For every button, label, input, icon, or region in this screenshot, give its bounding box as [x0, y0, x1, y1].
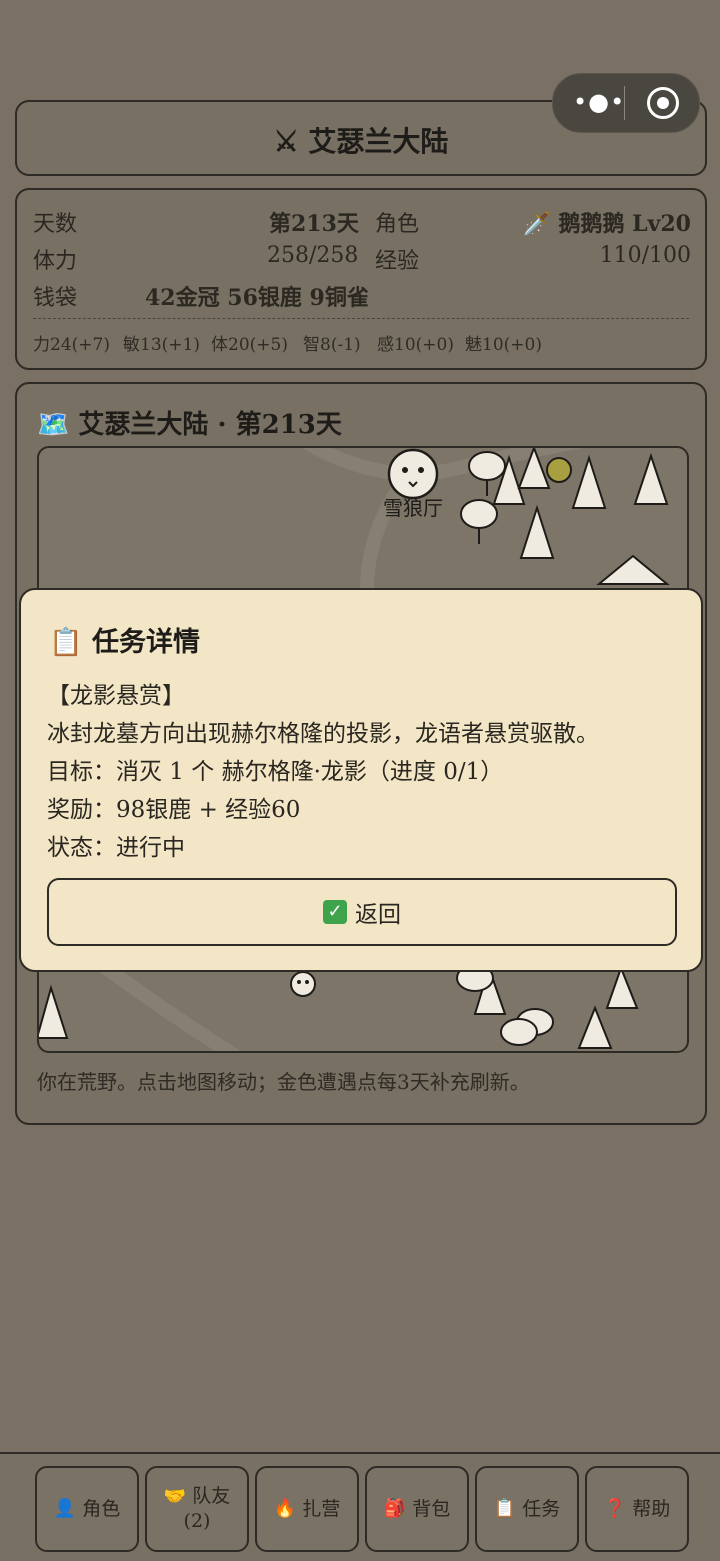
nav-bag-button[interactable]: 🎒 背包	[365, 1466, 469, 1552]
more-icon[interactable]: •●•	[573, 88, 625, 116]
nav-quest-label: 任务	[522, 1497, 561, 1520]
back-button[interactable]: ✓ 返回	[47, 878, 677, 946]
skull-marker-icon[interactable]	[290, 971, 316, 997]
role-label: 角色	[375, 212, 420, 237]
nav-role-label: 角色	[82, 1497, 121, 1520]
person-icon: 👤	[53, 1498, 77, 1520]
role-value: 🗡️ 鹅鹅鹅 Lv20	[523, 211, 691, 237]
snow-wolf-hall-icon[interactable]	[387, 448, 439, 500]
quest-description: 冰封龙墓方向出现赫尔格隆的投影，龙语者悬赏驱散。	[47, 721, 599, 747]
nav-quest-button[interactable]: 📋 任务	[475, 1466, 579, 1552]
days-value: 第213天	[269, 211, 359, 237]
purse-label: 钱袋	[33, 286, 78, 311]
stats-panel: 天数 第213天 角色 🗡️ 鹅鹅鹅 Lv20 体力 258/258 经验 11…	[15, 188, 707, 370]
backpack-icon: 🎒	[383, 1498, 407, 1520]
attr-str: 力24(+7)	[33, 335, 110, 355]
modal-title: 📋 任务详情	[49, 627, 201, 658]
quest-reward: 奖励：98银鹿 + 经验60	[47, 797, 301, 823]
fire-icon: 🔥	[273, 1498, 297, 1520]
nav-team-label: 队友	[192, 1485, 231, 1508]
location-label: 雪狼厅	[383, 496, 443, 520]
stamina-value: 258/258	[267, 243, 359, 268]
lodge-icon[interactable]	[596, 554, 670, 585]
days-label: 天数	[33, 212, 78, 237]
attr-per: 感10(+0)	[377, 335, 454, 355]
back-button-label: 返回	[355, 902, 401, 928]
stamina-label: 体力	[33, 249, 78, 274]
attr-con: 体20(+5)	[211, 335, 288, 355]
exp-value: 110/100	[599, 243, 691, 268]
quest-objective: 目标：消灭 1 个 赫尔格隆·龙影（进度 0/1）	[47, 759, 504, 785]
checkmark-icon: ✓	[323, 900, 347, 924]
nav-camp-label: 扎营	[302, 1497, 341, 1520]
quest-name: 【龙影悬赏】	[47, 683, 185, 709]
nav-team-count: (2)	[183, 1510, 211, 1532]
question-icon: ❓	[603, 1498, 627, 1520]
map-title: 🗺️ 艾瑟兰大陆 · 第213天	[37, 410, 342, 440]
bottom-nav: 👤 角色 🤝 队友 (2) 🔥 扎营 🎒 背包 📋 任务 ❓ 帮助	[0, 1452, 720, 1561]
nav-help-button[interactable]: ❓ 帮助	[585, 1466, 689, 1552]
close-icon[interactable]	[647, 87, 679, 119]
purse-value: 42金冠 56银鹿 9铜雀	[145, 285, 369, 311]
clipboard-icon: 📋	[493, 1498, 517, 1520]
handshake-icon: 🤝	[163, 1486, 187, 1508]
quest-status: 状态：进行中	[47, 835, 185, 861]
stats-divider	[33, 318, 689, 319]
nav-camp-button[interactable]: 🔥 扎营	[255, 1466, 359, 1552]
nav-role-button[interactable]: 👤 角色	[35, 1466, 139, 1552]
exp-label: 经验	[375, 249, 420, 274]
dragon-marker-icon[interactable]	[546, 457, 572, 483]
capsule-divider	[624, 86, 625, 120]
map-hint: 你在荒野。点击地图移动；金色遭遇点每3天补充刷新。	[37, 1070, 530, 1094]
quest-detail-modal: 📋 任务详情 【龙影悬赏】 冰封龙墓方向出现赫尔格隆的投影，龙语者悬赏驱散。 目…	[19, 588, 703, 972]
nav-team-button[interactable]: 🤝 队友 (2)	[145, 1466, 249, 1552]
nav-bag-label: 背包	[412, 1497, 451, 1520]
attr-cha: 魅10(+0)	[465, 335, 542, 355]
miniprogram-capsule: •●•	[552, 73, 700, 133]
attr-agi: 敏13(+1)	[123, 335, 200, 355]
attr-int: 智8(-1)	[303, 335, 361, 355]
nav-help-label: 帮助	[632, 1497, 671, 1520]
